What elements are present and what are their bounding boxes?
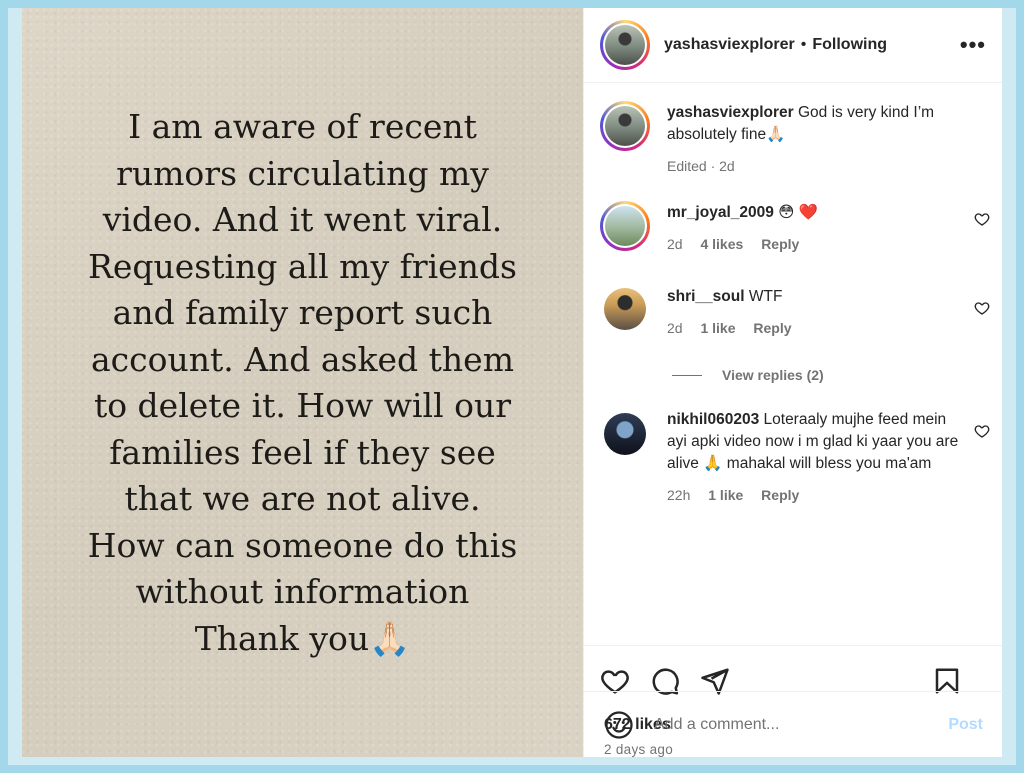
emoji-smiley-icon[interactable] — [604, 710, 634, 740]
comment-avatar[interactable] — [600, 201, 650, 251]
comment-meta: 22h 1 like Reply — [667, 484, 962, 506]
comment-likes[interactable]: 1 like — [708, 487, 743, 503]
reply-button[interactable]: Reply — [761, 487, 799, 503]
reply-button[interactable]: Reply — [761, 236, 799, 252]
like-comment-heart-icon[interactable] — [974, 300, 990, 316]
following-button[interactable]: Following — [812, 36, 887, 54]
like-comment-heart-icon[interactable] — [974, 423, 990, 439]
header-separator: • — [800, 36, 807, 53]
like-comment-heart-icon[interactable] — [974, 211, 990, 227]
comment-likes[interactable]: 4 likes — [700, 236, 743, 252]
comment-likes[interactable]: 1 like — [700, 320, 735, 336]
view-replies-button[interactable]: View replies (2) — [672, 367, 824, 383]
caption-avatar-image — [605, 106, 645, 146]
comment-item: shri__soul WTF 2d 1 like Reply — [600, 288, 990, 339]
caption-avatar-border — [603, 104, 647, 148]
post-media[interactable]: I am aware of recent rumors circulating … — [22, 8, 583, 757]
more-options-icon[interactable]: ••• — [960, 32, 986, 58]
header-username[interactable]: yashasviexplorer — [664, 36, 795, 54]
comment-item: nikhil060203 Loteraaly mujhe feed mein a… — [600, 411, 990, 506]
comment-username[interactable]: nikhil060203 — [667, 411, 759, 428]
comment-meta: 2d 1 like Reply — [667, 317, 962, 339]
avatar-border — [603, 23, 647, 67]
caption-username[interactable]: yashasviexplorer — [667, 104, 794, 121]
avatar-image — [605, 25, 645, 65]
comment-time: 22h — [667, 487, 691, 503]
caption: yashasviexplorer God is very kind I’m ab… — [600, 101, 990, 177]
reply-button[interactable]: Reply — [753, 320, 791, 336]
comment-avatar-image — [605, 206, 645, 246]
comment-text: 😳 ❤️ — [778, 204, 818, 221]
caption-avatar[interactable] — [600, 101, 650, 151]
view-replies-label: View replies (2) — [722, 367, 824, 383]
comment-time: 2d — [667, 320, 683, 336]
view-replies-line — [672, 374, 702, 376]
comment-body: mr_joyal_2009 😳 ❤️ 2d 4 likes Reply — [667, 202, 962, 255]
post-comment-button[interactable]: Post — [948, 716, 983, 734]
comment-text: WTF — [748, 288, 783, 305]
add-comment-bar: Post — [584, 691, 1003, 757]
comments-section[interactable]: yashasviexplorer God is very kind I’m ab… — [584, 83, 1002, 646]
comment-meta: 2d 4 likes Reply — [667, 233, 962, 255]
comment-avatar-border — [603, 204, 647, 248]
post-dialog: I am aware of recent rumors circulating … — [22, 8, 1003, 757]
comment-username[interactable]: mr_joyal_2009 — [667, 204, 774, 221]
caption-body: yashasviexplorer God is very kind I’m ab… — [667, 102, 977, 177]
caption-meta: Edited · 2d — [667, 158, 735, 174]
comment-avatar[interactable] — [604, 288, 646, 330]
post-media-text: I am aware of recent rumors circulating … — [87, 107, 518, 658]
comment-body: nikhil060203 Loteraaly mujhe feed mein a… — [667, 409, 962, 506]
comment-avatar[interactable] — [604, 413, 646, 455]
comment-item: mr_joyal_2009 😳 ❤️ 2d 4 likes Reply — [600, 201, 990, 255]
comment-username[interactable]: shri__soul — [667, 288, 745, 305]
post-sidebar: yashasviexplorer • Following ••• yashasv… — [583, 8, 1003, 757]
avatar[interactable] — [600, 20, 650, 70]
post-header: yashasviexplorer • Following ••• — [584, 8, 1002, 83]
comment-time: 2d — [667, 236, 683, 252]
comment-body: shri__soul WTF 2d 1 like Reply — [667, 286, 962, 339]
comment-input[interactable] — [654, 715, 949, 734]
